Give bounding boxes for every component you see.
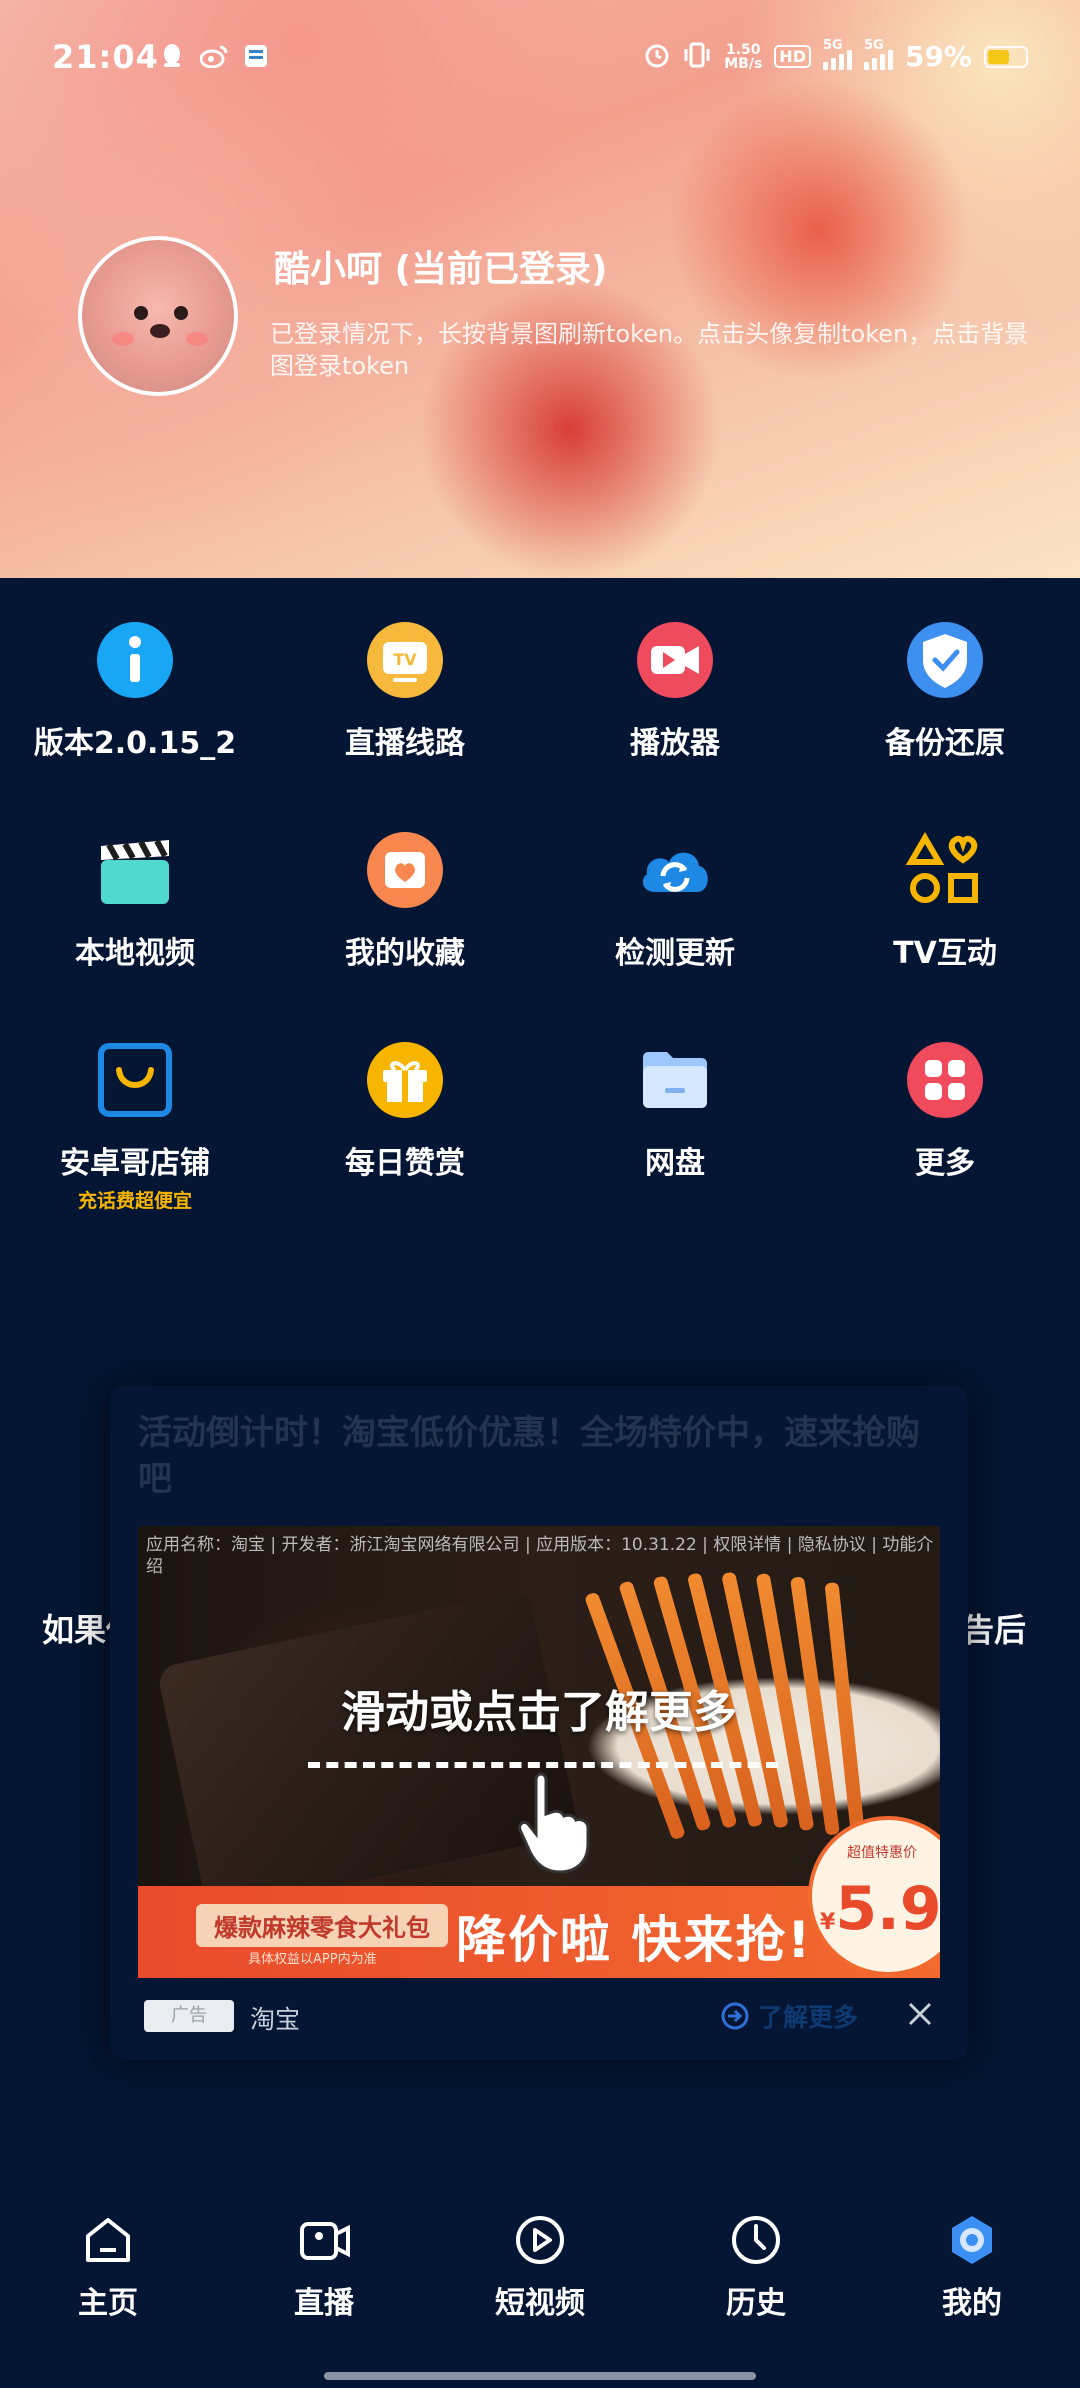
profile-gear-icon [942, 2210, 1002, 2270]
ad-swipe-text: 滑动或点击了解更多 [341, 1687, 737, 1738]
grid-item-daily-reward[interactable]: 每日赞赏 [270, 1040, 540, 1182]
ad-close-button[interactable] [902, 1996, 938, 2032]
ad-brand: 淘宝 [250, 2005, 301, 2034]
grid-item-tv-interaction[interactable]: TV互动 [810, 830, 1080, 972]
profile-header-background[interactable]: 21:04 1.50 MB/s HD 5G 5G 59% 酷小呵 (当前已登录)… [0, 0, 1080, 578]
ad-learn-more-button[interactable]: 了解更多 [720, 1998, 858, 2034]
avatar[interactable] [78, 236, 238, 396]
video-camera-icon [635, 620, 715, 700]
grid-item-version[interactable]: 版本2.0.15_2 [0, 620, 270, 762]
cloud-sync-icon [635, 830, 715, 910]
shapes-icon [905, 830, 985, 910]
grid-item-favorites[interactable]: 我的收藏 [270, 830, 540, 972]
qq-icon [158, 42, 186, 70]
shop-bag-icon [95, 1040, 175, 1120]
grid-item-live-routes[interactable]: TV 直播线路 [270, 620, 540, 762]
ad-image[interactable]: 应用名称：淘宝 | 开发者：浙江淘宝网络有限公司 | 应用版本：10.31.22… [138, 1526, 940, 1978]
nav-live[interactable]: 直播 [216, 2210, 432, 2322]
shield-check-icon [905, 620, 985, 700]
grid-more-icon [905, 1040, 985, 1120]
live-camera-icon [294, 2210, 354, 2270]
ad-food-nori [156, 1589, 580, 1913]
info-icon [95, 620, 175, 700]
nav-short-video[interactable]: 短视频 [432, 2210, 648, 2322]
arrow-circle-icon [721, 2002, 749, 2030]
weibo-icon [200, 42, 228, 70]
grid-item-player[interactable]: 播放器 [540, 620, 810, 762]
net-speed: 1.50 MB/s [724, 41, 763, 72]
ad-tag: 广告 [144, 2000, 234, 2032]
vibrate-icon [682, 42, 712, 72]
status-bar: 21:04 1.50 MB/s HD 5G 5G 59% [0, 0, 1080, 110]
grid-item-cloud-drive[interactable]: 网盘 [540, 1040, 810, 1182]
battery-percent: 59% [904, 40, 972, 73]
user-name: 酷小呵 (当前已登录) [274, 249, 608, 290]
status-right-group: 1.50 MB/s HD 5G 5G 59% [644, 38, 1028, 73]
ad-banner-headline: 降价啦 快来抢! [456, 1911, 813, 1969]
heart-box-icon [365, 830, 445, 910]
folder-icon [635, 1040, 715, 1120]
signal-strength-2: 5G [863, 38, 893, 70]
clock-icon [726, 2210, 786, 2270]
home-indicator[interactable] [324, 2372, 756, 2380]
notification-icons [158, 42, 270, 70]
nav-mine[interactable]: 我的 [864, 2210, 1080, 2322]
close-icon [908, 2002, 932, 2026]
svg-text:TV: TV [393, 650, 417, 669]
nav-home[interactable]: 主页 [0, 2210, 216, 2322]
battery-icon [984, 45, 1028, 68]
hd-badge: HD [774, 45, 811, 68]
nav-history[interactable]: 历史 [648, 2210, 864, 2322]
alarm-icon [644, 42, 670, 72]
bottom-nav: 主页 直播 短视频 历史 我的 [0, 2210, 1080, 2388]
ad-footer: 广告 淘宝 了解更多 [138, 1994, 940, 2038]
grid-item-android-shop[interactable]: 安卓哥店铺 充话费超便宜 [0, 1040, 270, 1213]
gift-icon [365, 1040, 445, 1120]
grid-item-local-video[interactable]: 本地视频 [0, 830, 270, 972]
ad-banner-pill: 爆款麻辣零食大礼包 [196, 1904, 448, 1947]
tv-icon: TV [365, 620, 445, 700]
status-time: 21:04 [52, 38, 159, 76]
clapperboard-icon [95, 830, 175, 910]
grid-item-backup[interactable]: 备份还原 [810, 620, 1080, 762]
play-circle-icon [510, 2210, 570, 2270]
signal-strength-1: 5G [822, 38, 852, 70]
app-notification-icon [242, 42, 270, 70]
ad-title[interactable]: 活动倒计时！淘宝低价优惠！全场特价中，速来抢购吧 [138, 1410, 938, 1502]
grid-item-more[interactable]: 更多 [810, 1040, 1080, 1182]
ad-popup[interactable]: 活动倒计时！淘宝低价优惠！全场特价中，速来抢购吧 应用名称：淘宝 | 开发者：浙… [110, 1386, 968, 2060]
ad-banner: 爆款麻辣零食大礼包 具体权益以APP内为准 降价啦 快来抢! 超值特惠价 ¥5.… [138, 1816, 940, 1978]
hand-pointer-icon [518, 1766, 608, 1876]
home-icon [78, 2210, 138, 2270]
login-hint: 已登录情况下，长按背景图刷新token。点击头像复制token，点击背景图登录t… [270, 320, 1029, 380]
ad-app-meta[interactable]: 应用名称：淘宝 | 开发者：浙江淘宝网络有限公司 | 应用版本：10.31.22… [146, 1534, 936, 1578]
grid-item-check-update[interactable]: 检测更新 [540, 830, 810, 972]
ad-banner-note: 具体权益以APP内为准 [248, 1952, 377, 1967]
